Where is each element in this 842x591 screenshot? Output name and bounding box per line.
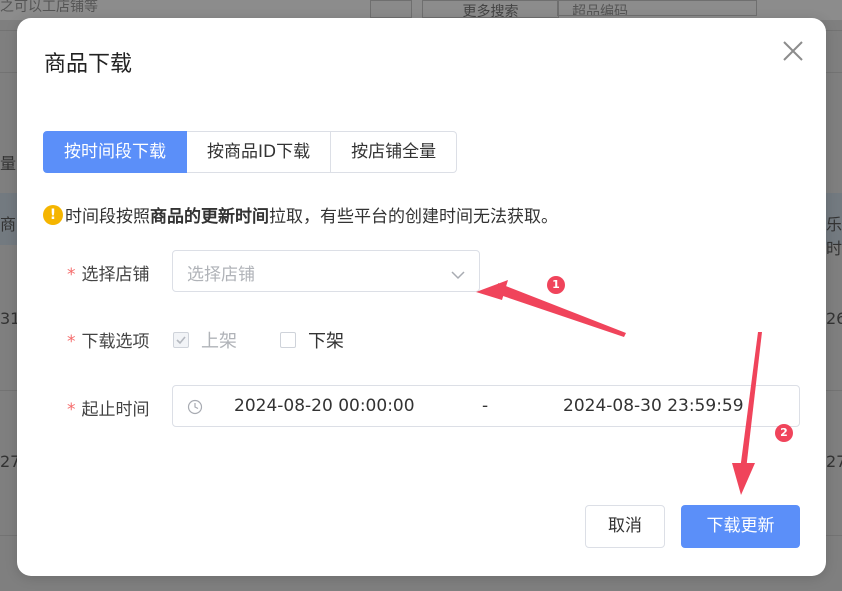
time-label: * 起止时间 [67, 395, 150, 420]
download-mode-tabs: 按时间段下载 按商品ID下载 按店铺全量 [43, 131, 458, 173]
checkbox-listed-box[interactable] [173, 332, 189, 348]
notice-prefix: 时间段按照 [65, 207, 150, 227]
cancel-button[interactable]: 取消 [585, 505, 665, 548]
date-range-picker[interactable]: 2024-08-20 00:00:00 - 2024-08-30 23:59:5… [172, 385, 800, 427]
annotation-badge-2: 2 [775, 424, 793, 442]
tab-by-time[interactable]: 按时间段下载 [43, 131, 187, 173]
dialog-title: 商品下载 [44, 52, 133, 77]
options-label-text: 下载选项 [81, 332, 150, 352]
required-mark: * [67, 332, 76, 352]
bg-search-field: 之可以工店铺等 [0, 0, 98, 15]
clock-icon [187, 399, 203, 419]
required-mark: * [67, 265, 76, 285]
bg-left-label: 量 [0, 154, 17, 173]
end-date-input[interactable]: 2024-08-30 23:59:59 [563, 396, 744, 416]
notice-bold: 商品的更新时间 [150, 207, 269, 227]
checkbox-listed[interactable]: 上架 [173, 327, 237, 353]
bg-more-button: 更多搜索 [422, 0, 559, 18]
tab-by-product-id[interactable]: 按商品ID下载 [187, 131, 332, 173]
notice-text: ! 时间段按照 商品的更新时间 拉取，有些平台的创建时间无法获取。 [43, 202, 558, 227]
time-label-text: 起止时间 [81, 400, 150, 420]
download-dialog: 商品下载 按时间段下载 按商品ID下载 按店铺全量 ! 时间段按照 商品的更新时… [17, 18, 826, 576]
store-select[interactable]: 选择店铺 [172, 250, 480, 292]
notice-suffix: 拉取，有些平台的创建时间无法获取。 [269, 207, 558, 227]
checkbox-delisted-label: 下架 [308, 331, 344, 352]
chevron-down-icon [451, 265, 465, 284]
bg-input: 超品编码 [557, 0, 757, 16]
store-select-placeholder: 选择店铺 [187, 265, 255, 285]
store-label: * 选择店铺 [67, 260, 150, 285]
required-mark: * [67, 400, 76, 420]
checkbox-listed-label: 上架 [201, 331, 237, 352]
tab-by-store-full[interactable]: 按店铺全量 [331, 131, 458, 173]
date-separator: - [482, 396, 489, 416]
bg-right-label: 27 [826, 452, 842, 471]
options-label: * 下载选项 [67, 327, 150, 352]
warning-icon: ! [43, 204, 63, 225]
start-date-input[interactable]: 2024-08-20 00:00:00 [234, 396, 415, 416]
checkbox-delisted-box[interactable] [280, 332, 296, 348]
close-icon[interactable] [780, 38, 806, 64]
annotation-badge-1: 1 [547, 276, 565, 294]
bg-right-label: 乐时 [826, 215, 842, 258]
download-update-button[interactable]: 下载更新 [681, 505, 800, 548]
store-label-text: 选择店铺 [81, 265, 150, 285]
bg-left-label: 商 [0, 215, 17, 234]
bg-right-label: 26 [826, 309, 842, 328]
bg-button [370, 0, 412, 18]
checkbox-delisted[interactable]: 下架 [280, 327, 344, 353]
